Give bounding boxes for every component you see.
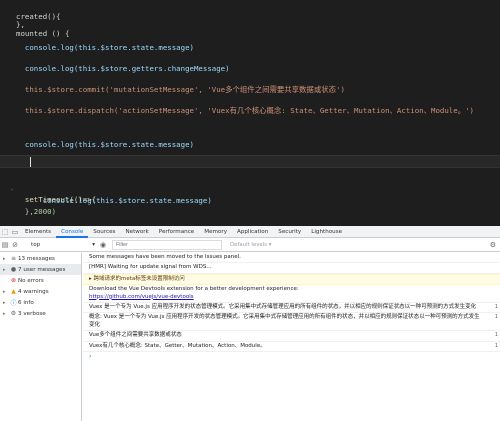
chevron-down-icon: ▾ — [92, 241, 95, 248]
sidebar-item-label: 7 user messages — [18, 266, 66, 273]
sidebar-item-label: 13 messages — [18, 255, 55, 262]
source-link[interactable]: 1 — [495, 343, 498, 350]
console-message: Vuex有几个核心概念: State、Getter、Mutation、Actio… — [83, 342, 500, 353]
sidebar-item-info[interactable]: ▸ ⓘ 6 info — [0, 297, 81, 308]
context-selector[interactable]: top ▾ — [28, 240, 98, 250]
clear-console-icon[interactable]: ⊘ — [10, 241, 20, 249]
console-message: Vue多个组件之间需要共享数据或状态 1 — [83, 331, 500, 342]
code-text: },2000) — [16, 207, 57, 216]
message-text: Vuex有几个核心概念: State、Getter、Mutation、Actio… — [89, 342, 266, 349]
inspect-icon[interactable]: ⬚ — [0, 227, 10, 237]
devtools-panel: ⬚ ▭ Elements Console Sources Network Per… — [0, 226, 500, 421]
code-line-6: this.$store.dispatch('actionSetMessage',… — [0, 94, 500, 115]
sidebar-item-label: 3 verbose — [18, 310, 46, 317]
tab-application[interactable]: Application — [232, 226, 273, 238]
user-icon: ● — [10, 266, 17, 273]
error-icon: ⊗ — [10, 277, 17, 284]
code-text: this.$store.dispatch('actionSetMessage',… — [16, 106, 475, 115]
context-label: top — [31, 241, 41, 248]
source-link[interactable]: 1 — [495, 314, 498, 321]
code-line-10: },2000) — [0, 195, 500, 216]
tab-security[interactable]: Security — [273, 226, 306, 238]
info-icon: ⓘ — [10, 300, 17, 307]
message-text: 概念: Vuex 是一个专为 Vue.js 应用程序开发的状态管理模式。它采用集… — [89, 314, 480, 328]
code-line-8: ⌄ setTimeout(()=>{ — [0, 172, 500, 204]
tab-sources[interactable]: Sources — [88, 226, 120, 238]
devtools-tabbar: ⬚ ▭ Elements Console Sources Network Per… — [0, 226, 500, 238]
text-cursor — [30, 157, 31, 167]
sidebar-item-verbose[interactable]: ▸ ⚙ 3 verbose — [0, 308, 81, 319]
code-line-3: console.log(this.$store.state.message) — [0, 31, 500, 52]
verbose-icon: ⚙ — [10, 310, 17, 317]
code-line-5: this.$store.commit('mutationSetMessage',… — [0, 73, 500, 94]
warning-icon: ▲ — [11, 288, 16, 295]
log-levels-dropdown[interactable]: Default levels ▾ — [230, 242, 271, 248]
sidebar-item-user-messages[interactable]: ▸ ● 7 user messages — [0, 264, 81, 275]
filter-input[interactable] — [112, 239, 222, 250]
console-message: [HMR] Waiting for update signal from WDS… — [83, 263, 500, 274]
tab-lighthouse[interactable]: Lighthouse — [306, 226, 347, 238]
console-message: Download the Vue Devtools extension for … — [83, 285, 500, 304]
eye-icon[interactable]: ◉ — [98, 241, 108, 249]
list-icon: ≡ — [10, 255, 17, 262]
code-editor[interactable]: created(){ }, mounted () { console.log(t… — [0, 0, 500, 226]
console-output: Some messages have been moved to the Iss… — [83, 253, 500, 421]
devtools-link[interactable]: https://github.com/vuejs/vue-devtools — [89, 294, 194, 300]
device-toggle-icon[interactable]: ▭ — [10, 227, 20, 237]
message-text: Download the Vue Devtools extension for … — [89, 286, 299, 293]
message-text: Vue多个组件之间需要共享数据或状态 — [89, 332, 182, 339]
tab-network[interactable]: Network — [120, 226, 153, 238]
tab-memory[interactable]: Memory — [199, 226, 232, 238]
tab-console[interactable]: Console — [56, 226, 89, 238]
sidebar-item-label: No errors — [18, 277, 44, 284]
code-line-2: mounted () { — [0, 17, 500, 38]
console-message: 概念: Vuex 是一个专为 Vue.js 应用程序开发的状态管理模式。它采用集… — [83, 313, 500, 332]
code-line-9: console.log(this.$store.state.message) — [0, 184, 500, 205]
console-message: Some messages have been moved to the Iss… — [83, 253, 500, 264]
console-sidebar: ▸ ≡ 13 messages ▸ ● 7 user messages ⊗ No… — [0, 253, 82, 421]
tab-performance[interactable]: Performance — [154, 226, 199, 238]
sidebar-item-messages[interactable]: ▸ ≡ 13 messages — [0, 253, 81, 264]
message-text: [HMR] Waiting for update signal from WDS… — [89, 264, 212, 271]
source-link[interactable]: 1 — [495, 304, 498, 311]
sidebar-item-errors[interactable]: ⊗ No errors — [0, 275, 81, 286]
gear-icon[interactable]: ⚙ — [490, 241, 496, 249]
current-line-highlight — [0, 155, 500, 168]
prompt-caret: › — [89, 353, 92, 361]
sidebar-item-label: 6 info — [18, 299, 34, 306]
source-link[interactable]: 1 — [495, 332, 498, 339]
message-text: Vuex 是一个专为 Vue.js 应用程序开发的状态管理模式。它采用集中式存储… — [89, 304, 477, 311]
console-prompt[interactable]: › — [83, 352, 500, 361]
code-line-4: console.log(this.$store.getters.changeMe… — [0, 52, 500, 73]
sidebar-item-warnings[interactable]: ▸ ▲ 4 warnings — [0, 286, 81, 297]
message-text: Some messages have been moved to the Iss… — [89, 254, 241, 260]
console-message: Vuex 是一个专为 Vue.js 应用程序开发的状态管理模式。它采用集中式存储… — [83, 303, 500, 314]
code-text: console.log(this.$store.state.message) — [16, 140, 194, 149]
sidebar-item-label: 4 warnings — [18, 288, 49, 295]
message-text: ▸ 跨域请求的meta标签未设置限制访问 — [89, 275, 185, 282]
console-warning[interactable]: ▸ 跨域请求的meta标签未设置限制访问 — [83, 273, 500, 286]
console-filterbar: ▤ ⊘ top ▾ ◉ Default levels ▾ ⚙ — [0, 238, 500, 252]
code-line-7: console.log(this.$store.state.message) — [0, 128, 500, 149]
tab-elements[interactable]: Elements — [20, 226, 56, 238]
sidebar-toggle-icon[interactable]: ▤ — [0, 241, 10, 249]
